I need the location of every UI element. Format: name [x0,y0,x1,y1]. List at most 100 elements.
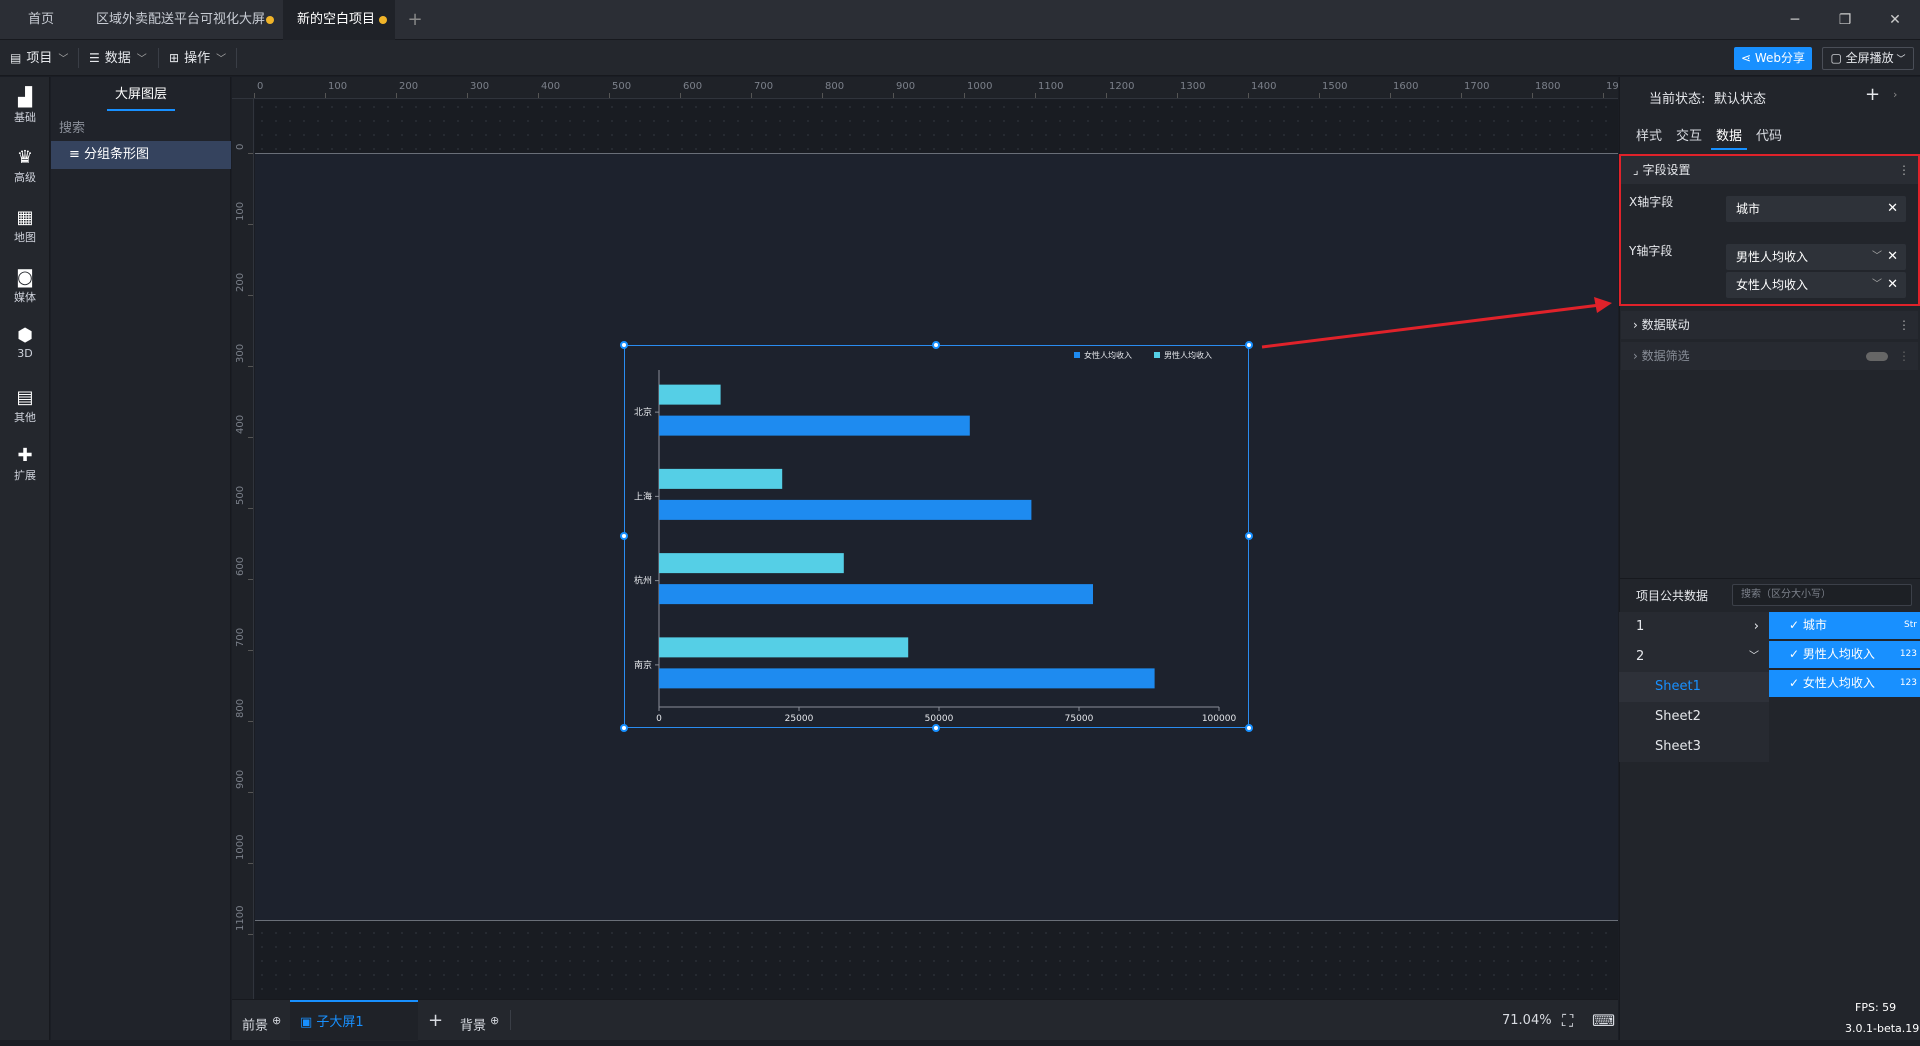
project-menu[interactable]: ▤ 项目 ﹀ [10,40,68,76]
tab-delivery-dashboard[interactable]: 区域外卖配送平台可视化大屏 [82,0,282,40]
operations-menu[interactable]: ⊞ 操作 ﹀ [169,40,226,76]
y-field-select-female[interactable]: 女性人均收入 ﹀ ✕ [1726,272,1906,298]
ruler-label: 0 [235,143,246,150]
ruler-tick [1390,93,1391,98]
add-tab-button[interactable]: + [390,0,440,40]
ruler-label: 100 [235,201,246,221]
ruler-tick [248,792,253,793]
resize-handle-r[interactable] [1245,532,1253,540]
main-toolbar: ▤ 项目 ﹀ ☰ 数据 ﹀ ⊞ 操作 ﹀ [0,40,1920,76]
close-icon[interactable]: ✕ [1887,244,1898,270]
foreground-tab[interactable]: 前景 ⊕ [242,1000,281,1041]
group-2[interactable]: 2 ﹀ [1619,642,1769,672]
field-settings-header[interactable]: ⌟ 字段设置 ⋮ [1621,156,1918,184]
tab-code[interactable]: 代码 [1756,125,1782,144]
web-share-button[interactable]: ⋖ Web分享 [1734,47,1812,70]
tab-interaction[interactable]: 交互 [1676,125,1702,144]
ruler-label: 1400 [1251,81,1277,92]
restore-button[interactable]: ❐ [1820,0,1870,40]
divider [510,1010,511,1030]
column-item[interactable]: ✓ 女性人均收入 123 [1769,670,1920,697]
keyboard-icon[interactable]: ⌨ [1592,1000,1615,1041]
data-menu[interactable]: ☰ 数据 ﹀ [89,40,147,76]
close-icon[interactable]: ✕ [1887,196,1898,222]
tab-data[interactable]: 数据 [1716,125,1742,144]
resize-handle-br[interactable] [1245,724,1253,732]
layer-item-grouped-bar[interactable]: ≡ 分组条形图 [51,141,231,169]
sheet-item[interactable]: Sheet3 [1619,732,1769,762]
database-icon: ☰ [89,51,100,65]
minimize-button[interactable]: ─ [1770,0,1820,40]
add-state-icon[interactable]: + [1865,84,1880,105]
ruler-tick [248,366,253,367]
more-icon[interactable]: ⋮ [1898,311,1910,339]
ruler-left: 0 100 200 300 400 500 600 700 800 900 1000 1100 [232,99,254,999]
resize-handle-bl[interactable] [620,724,628,732]
group-1[interactable]: 1 › [1619,612,1769,642]
data-linkage-title: 数据联动 [1641,318,1690,332]
child-screen-tab[interactable]: ▣ 子大屏1 [290,1000,418,1041]
nav-media[interactable]: ◙ 媒体 [0,267,50,305]
ruler-label: 1100 [235,905,246,931]
ruler-tick [248,579,253,580]
add-screen-button[interactable]: + [428,1000,443,1041]
nav-map[interactable]: ▦ 地图 [0,207,50,245]
layers-title[interactable]: 大屏图层 [51,77,231,113]
ruler-tick [1177,93,1178,98]
ruler-label: 400 [235,414,246,434]
close-icon[interactable]: ✕ [1887,272,1898,298]
layers-search[interactable]: 搜索 [59,117,223,141]
column-item[interactable]: ✓ 男性人均收入 123 [1769,641,1920,668]
state-value[interactable]: 默认状态 [1714,88,1766,107]
ruler-tick [248,153,253,154]
ruler-tick [680,93,681,98]
nav-extension[interactable]: ✚ 扩展 [0,445,50,483]
x-field-select[interactable]: 城市 ✕ [1726,196,1906,222]
project-data-search[interactable]: 搜索（区分大小写） [1732,584,1912,606]
selection-box[interactable] [624,345,1249,728]
add-circle-icon[interactable]: ⊕ [490,1014,499,1027]
ruler-label: 200 [235,272,246,292]
close-window-button[interactable]: ✕ [1870,0,1920,40]
ruler-label: 700 [235,627,246,647]
chevron-right-icon[interactable]: › [1893,88,1897,101]
nav-advanced[interactable]: ♛ 高级 [0,147,50,185]
chevron-down-icon: ﹀ [1893,55,1906,65]
ruler-tick [248,863,253,864]
x-field-value: 城市 [1736,202,1761,216]
fullscreen-play-button[interactable]: ▢ 全屏播放 ﹀ [1822,47,1914,70]
sheet-item[interactable]: Sheet2 [1619,702,1769,732]
sheet-item[interactable]: Sheet1 [1619,672,1769,702]
more-icon[interactable]: ⋮ [1898,156,1910,184]
tab-style[interactable]: 样式 [1636,125,1662,144]
fps-counter: FPS: 59 [1855,1001,1897,1014]
nav-basic[interactable]: ▟ 基础 [0,87,50,125]
ruler-label: 300 [235,343,246,363]
fit-screen-icon[interactable]: ⛶ [1562,1000,1573,1041]
nav-other[interactable]: ▤ 其他 [0,387,50,425]
zoom-level[interactable]: 71.04% [1502,1000,1552,1041]
chevron-down-icon: ﹀ [1749,651,1759,662]
more-icon[interactable]: ⋮ [1898,342,1910,370]
resize-handle-b[interactable] [932,724,940,732]
ruler-tick [538,93,539,98]
ruler-tick [254,93,255,98]
resize-handle-l[interactable] [620,532,628,540]
background-tab[interactable]: 背景 ⊕ [460,1000,499,1041]
data-filter-header[interactable]: › 数据筛选 ⋮ [1621,342,1918,370]
project-data-title: 项目公共数据 [1636,589,1709,603]
nav-3d[interactable]: ⬢ 3D [0,325,50,360]
data-linkage-header[interactable]: › 数据联动 ⋮ [1621,311,1918,339]
toggle-switch[interactable] [1866,352,1888,361]
column-item[interactable]: ✓ 城市 Str [1769,612,1920,639]
add-circle-icon[interactable]: ⊕ [272,1014,281,1027]
tab-home[interactable]: 首页 [14,0,84,40]
ruler-label: 800 [825,81,845,92]
fullscreen-label: 全屏播放 [1845,51,1894,65]
resize-handle-t[interactable] [932,341,940,349]
ruler-tick [248,508,253,509]
data-filter-title: 数据筛选 [1641,349,1690,363]
resize-handle-tl[interactable] [620,341,628,349]
divider [78,48,79,68]
y-field-select-male[interactable]: 男性人均收入 ﹀ ✕ [1726,244,1906,270]
